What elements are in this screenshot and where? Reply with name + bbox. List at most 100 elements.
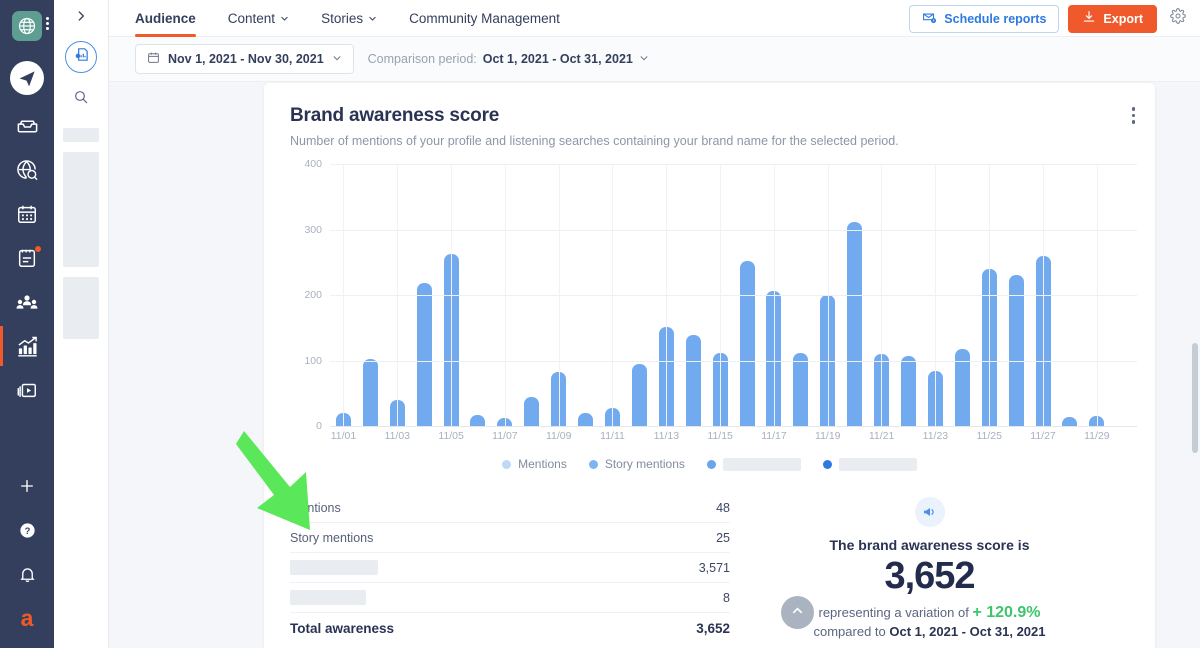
sidebar-item-content-library[interactable]: [0, 368, 54, 412]
notifications-button[interactable]: [0, 552, 54, 596]
tab-community-management-label: Community Management: [409, 11, 560, 26]
chart-bar[interactable]: [417, 283, 432, 426]
left-nav-rail: ? a: [0, 0, 54, 648]
schedule-reports-label: Schedule reports: [944, 12, 1046, 26]
sidebar-item-crm[interactable]: [0, 280, 54, 324]
legend-item[interactable]: Mentions: [502, 457, 567, 471]
legend-item[interactable]: [707, 458, 801, 471]
chart-bar[interactable]: [578, 413, 593, 426]
chart-bar[interactable]: [686, 335, 701, 426]
legend-label-redacted: [723, 458, 801, 471]
brand-awareness-chart: 0100200300400 11/0111/0311/0511/0711/091…: [290, 164, 1137, 449]
panel-placeholder-2: [63, 152, 99, 267]
grid-line-vertical: [774, 164, 775, 426]
tab-stories-label: Stories: [321, 11, 363, 26]
x-axis-tick: 11/19: [814, 430, 841, 442]
grid-line-vertical: [666, 164, 667, 426]
x-axis-tick: [572, 430, 599, 442]
chevron-down-icon: [280, 11, 289, 26]
scroll-to-top-button[interactable]: [781, 596, 814, 629]
kebab-menu-icon[interactable]: [46, 17, 49, 30]
help-button[interactable]: ?: [0, 508, 54, 552]
user-avatar[interactable]: a: [0, 596, 54, 640]
legend-item[interactable]: [823, 458, 917, 471]
legend-color-dot: [823, 460, 832, 469]
chart-bar[interactable]: [740, 261, 755, 426]
sidebar-item-tasks[interactable]: [0, 236, 54, 280]
grid-line-vertical: [559, 164, 560, 426]
y-axis-tick: 100: [290, 355, 322, 367]
search-button[interactable]: [73, 89, 89, 110]
x-axis-tick: [1110, 430, 1137, 442]
sidebar-item-publishing[interactable]: [0, 52, 54, 104]
expand-panel-button[interactable]: [54, 0, 108, 37]
search-icon: [73, 92, 89, 109]
table-row: Story mentions25: [290, 523, 730, 553]
download-icon: [1082, 10, 1096, 27]
agorapulse-globe-logo-icon[interactable]: [12, 11, 42, 41]
summary-variation-value: + 120.9%: [972, 604, 1040, 621]
x-axis-tick: [518, 430, 545, 442]
row-value: 3,571: [699, 561, 730, 575]
content-scroll-area: Brand awareness score Number of mentions…: [109, 83, 1200, 648]
date-range-picker[interactable]: Nov 1, 2021 - Nov 30, 2021: [135, 44, 354, 74]
grid-line-vertical: [612, 164, 613, 426]
legend-label-redacted: [839, 458, 917, 471]
chevron-right-icon: [74, 9, 88, 28]
chart-bar[interactable]: [524, 397, 539, 426]
export-button[interactable]: Export: [1068, 5, 1157, 33]
chart-bar[interactable]: [470, 415, 485, 426]
kebab-menu-icon[interactable]: [1128, 103, 1140, 128]
chart-bar[interactable]: [1009, 275, 1024, 426]
schedule-reports-button[interactable]: Schedule reports: [909, 5, 1059, 33]
mail-schedule-icon: [922, 10, 937, 28]
video-library-icon: [16, 379, 38, 401]
comparison-period-selector[interactable]: Comparison period: Oct 1, 2021 - Oct 31,…: [368, 52, 649, 66]
grid-line-vertical: [397, 164, 398, 426]
x-axis-tick: 11/27: [1030, 430, 1057, 442]
y-axis-tick: 200: [290, 289, 322, 301]
bar-chart-growth-icon: [16, 335, 39, 358]
x-axis-tick: [1056, 430, 1083, 442]
tab-content[interactable]: Content: [212, 0, 305, 37]
chart-bar[interactable]: [901, 356, 916, 426]
chart-bar[interactable]: [1062, 417, 1077, 426]
legend-item[interactable]: Story mentions: [589, 457, 685, 471]
table-row-total: Total awareness3,652: [290, 613, 730, 643]
chart-bar[interactable]: [632, 364, 647, 426]
topbar-actions: Schedule reports Export: [909, 0, 1190, 37]
summary-compare-prefix: compared to: [814, 624, 886, 639]
chevron-up-icon: [790, 603, 805, 623]
tab-community-management[interactable]: Community Management: [393, 0, 576, 37]
sidebar-item-reports[interactable]: [0, 324, 54, 368]
row-value: 8: [723, 591, 730, 605]
tab-stories[interactable]: Stories: [305, 0, 393, 37]
table-row: 8: [290, 583, 730, 613]
summary-score: 3,652: [884, 555, 974, 598]
row-label: Story mentions: [290, 531, 373, 545]
x-axis-tick: [1003, 430, 1030, 442]
rail-bottom-group: ? a: [0, 464, 54, 648]
bell-icon: [18, 565, 37, 584]
tab-audience[interactable]: Audience: [135, 0, 212, 37]
chart-y-axis: 0100200300400: [290, 164, 322, 426]
sidebar-item-calendar[interactable]: [0, 192, 54, 236]
sidebar-item-inbox[interactable]: [0, 104, 54, 148]
chart-bar[interactable]: [793, 353, 808, 426]
card-header: Brand awareness score Number of mentions…: [264, 83, 1155, 148]
x-axis-tick: [949, 430, 976, 442]
chevron-down-icon: [639, 52, 649, 66]
table-row: 3,571: [290, 553, 730, 583]
x-axis-tick: 11/17: [761, 430, 788, 442]
sidebar-item-listening[interactable]: [0, 148, 54, 192]
chart-bar[interactable]: [363, 359, 378, 426]
chevron-down-icon: [368, 11, 377, 26]
chart-bar[interactable]: [847, 222, 862, 426]
x-axis-tick: 11/29: [1083, 430, 1110, 442]
megaphone-icon: [915, 497, 945, 527]
report-profile-button[interactable]: [65, 41, 97, 73]
add-button[interactable]: [0, 464, 54, 508]
settings-button[interactable]: [1166, 4, 1190, 33]
svg-text:?: ?: [24, 526, 30, 537]
page-scrollbar[interactable]: [1192, 343, 1198, 453]
